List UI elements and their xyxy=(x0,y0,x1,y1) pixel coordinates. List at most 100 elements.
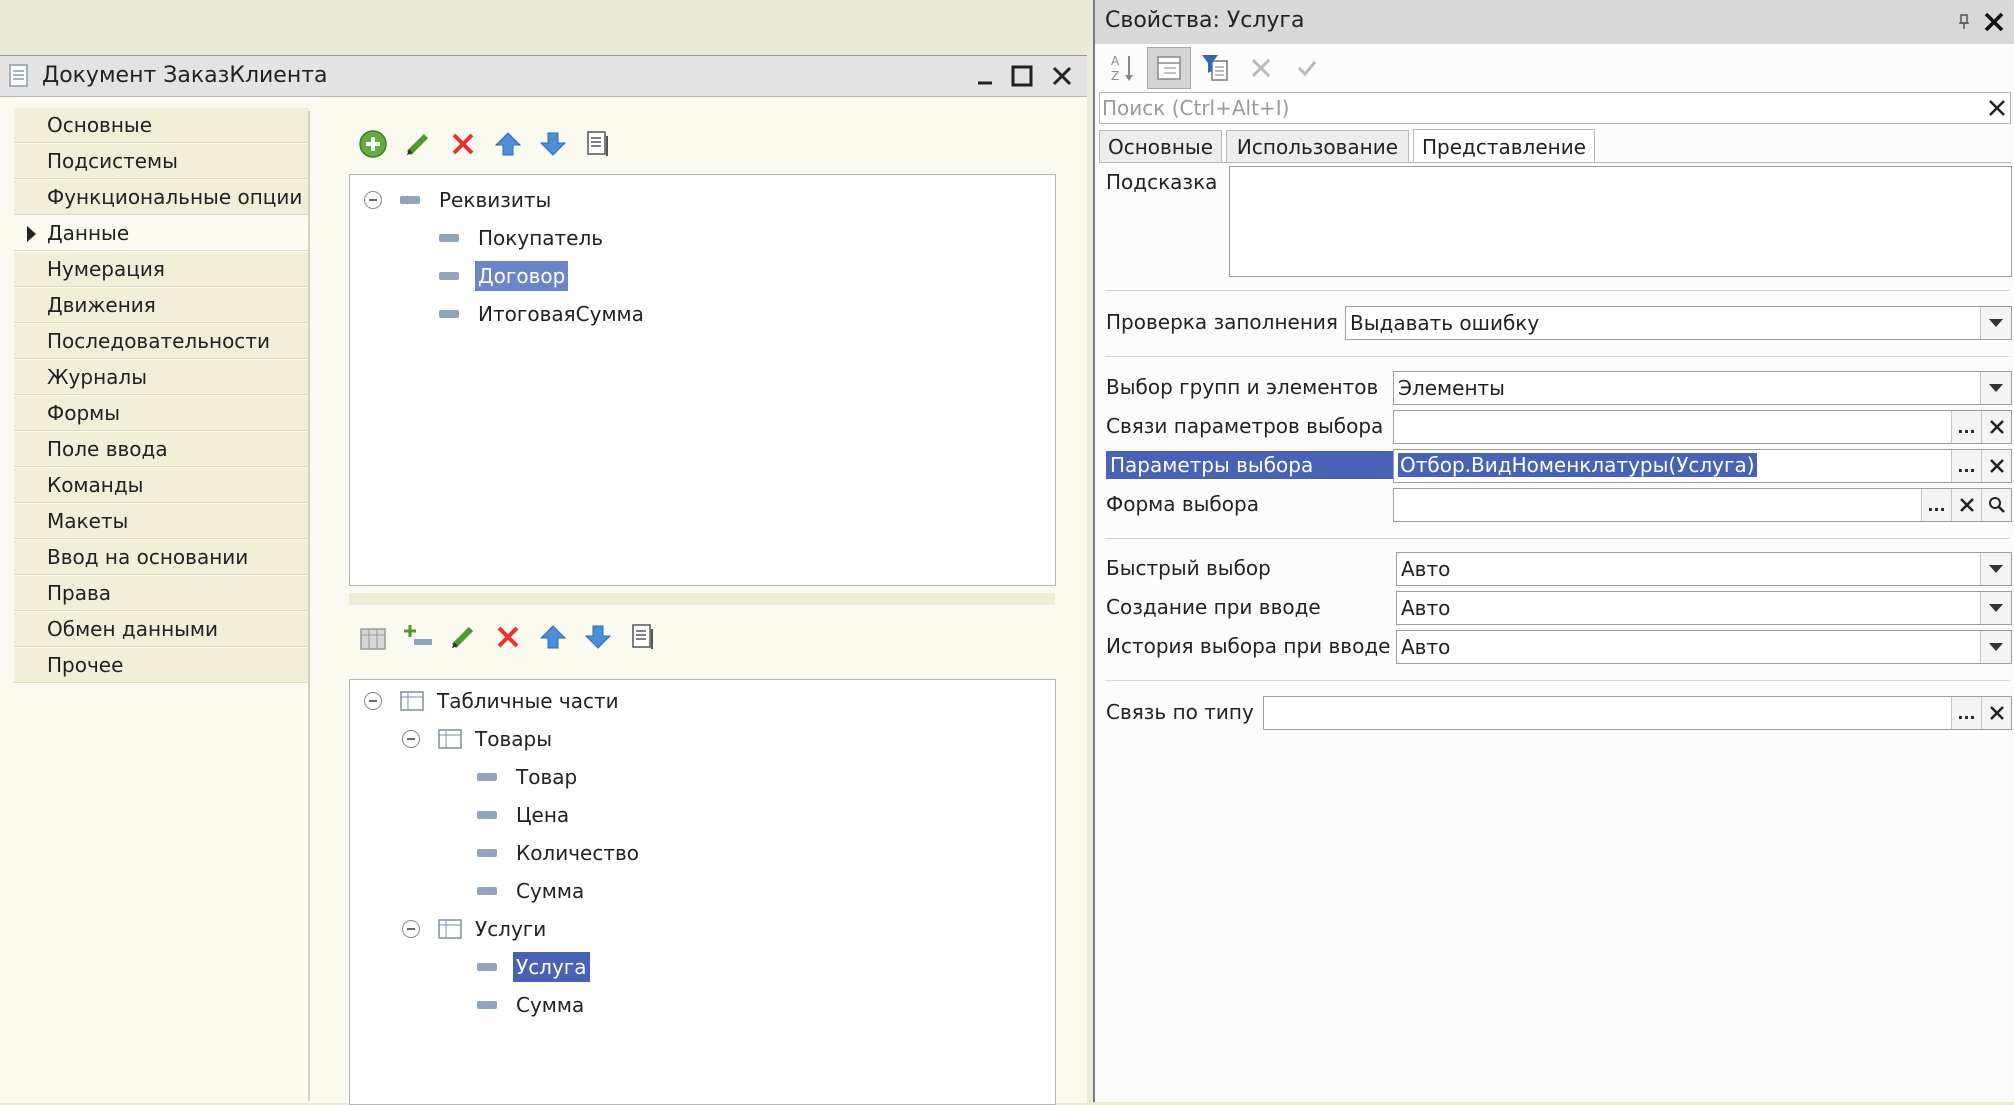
tabular-parts-tree: Табличные части Товары Товар Цена Количе… xyxy=(349,679,1056,1105)
collapse-icon[interactable] xyxy=(402,920,420,938)
attribute-icon xyxy=(477,811,497,819)
search-icon[interactable] xyxy=(1981,489,2011,521)
clear-icon[interactable] xyxy=(1239,47,1283,89)
nav-item-commands[interactable]: Команды xyxy=(14,468,309,503)
tab-underline xyxy=(1099,162,2011,163)
nav-divider xyxy=(308,111,310,1101)
nav-item-input-field[interactable]: Поле ввода xyxy=(14,432,309,467)
collapse-icon[interactable] xyxy=(364,692,382,710)
table-icon xyxy=(438,918,462,940)
create-on-input-select[interactable]: Авто xyxy=(1396,591,2012,625)
sort-list-icon[interactable] xyxy=(620,617,665,657)
quick-choice-select[interactable]: Авто xyxy=(1396,552,2012,586)
move-up-icon[interactable] xyxy=(530,617,575,657)
check-icon[interactable] xyxy=(1285,47,1329,89)
minimize-button[interactable] xyxy=(971,62,999,90)
tree-row-goods[interactable]: Товары xyxy=(402,724,555,754)
nav-item-based-on[interactable]: Ввод на основании xyxy=(14,540,309,575)
move-down-icon[interactable] xyxy=(530,124,575,164)
chevron-down-icon[interactable] xyxy=(1980,307,2011,339)
nav-item-main[interactable]: Основные xyxy=(14,108,309,143)
collapse-icon[interactable] xyxy=(402,730,420,748)
splitter[interactable] xyxy=(349,593,1055,605)
clear-icon[interactable] xyxy=(1981,697,2011,729)
properties-titlebar: Свойства: Услуга xyxy=(1095,0,2014,44)
nav-item-numbering[interactable]: Нумерация xyxy=(14,252,309,287)
clear-icon[interactable] xyxy=(1981,411,2011,443)
tab-usage[interactable]: Использование xyxy=(1226,130,1409,162)
nav-item-subsystems[interactable]: Подсистемы xyxy=(14,144,309,179)
group-select-label: Выбор групп и элементов xyxy=(1106,375,1379,399)
nav-item-rights[interactable]: Права xyxy=(14,576,309,611)
param-links-field[interactable]: ... xyxy=(1393,410,2012,444)
add-icon[interactable] xyxy=(350,124,395,164)
tree-row-services-sum[interactable]: Сумма xyxy=(477,990,587,1020)
pin-icon[interactable] xyxy=(1957,14,1971,30)
ellipsis-button[interactable]: ... xyxy=(1951,411,1981,443)
ellipsis-button[interactable]: ... xyxy=(1951,450,1981,482)
tree-row-service[interactable]: Услуга xyxy=(477,952,590,982)
ellipsis-button[interactable]: ... xyxy=(1951,697,1981,729)
tab-main[interactable]: Основные xyxy=(1099,130,1222,162)
group-select-select[interactable]: Элементы xyxy=(1393,371,2012,405)
nav-item-functional-options[interactable]: Функциональные опции xyxy=(14,180,309,215)
move-down-icon[interactable] xyxy=(575,617,620,657)
tab-presentation[interactable]: Представление xyxy=(1413,129,1595,163)
nav-item-sequences[interactable]: Последовательности xyxy=(14,324,309,359)
section-nav: Основные Подсистемы Функциональные опции… xyxy=(14,108,309,684)
choice-form-label: Форма выбора xyxy=(1106,492,1259,516)
nav-item-layouts[interactable]: Макеты xyxy=(14,504,309,539)
add-table-icon[interactable] xyxy=(350,617,395,657)
nav-item-data[interactable]: Данные xyxy=(14,216,309,251)
attribute-icon xyxy=(439,310,459,318)
categorized-icon[interactable] xyxy=(1147,47,1191,89)
choice-params-field[interactable]: Отбор.ВидНоменклатуры(Услуга) ... xyxy=(1393,449,2012,483)
edit-pencil-icon[interactable] xyxy=(440,617,485,657)
attributes-tree: Реквизиты Покупатель Договор ИтоговаяСум… xyxy=(349,174,1056,586)
tree-row-services[interactable]: Услуги xyxy=(402,914,549,944)
maximize-button[interactable] xyxy=(1008,62,1036,90)
nav-item-movements[interactable]: Движения xyxy=(14,288,309,323)
tree-row-attributes-root[interactable]: Реквизиты xyxy=(364,185,554,215)
chevron-down-icon[interactable] xyxy=(1980,553,2011,585)
move-up-icon[interactable] xyxy=(485,124,530,164)
type-link-field[interactable]: ... xyxy=(1263,696,2012,730)
tree-row-tabular-root[interactable]: Табличные части xyxy=(364,686,622,716)
nav-item-other[interactable]: Прочее xyxy=(14,648,309,683)
clear-search-icon[interactable] xyxy=(1988,99,2006,117)
fill-check-select[interactable]: Выдавать ошибку xyxy=(1345,306,2012,340)
tree-row-price[interactable]: Цена xyxy=(477,800,572,830)
close-icon[interactable] xyxy=(1983,11,2005,33)
chevron-down-icon[interactable] xyxy=(1980,372,2011,404)
delete-icon[interactable] xyxy=(485,617,530,657)
close-icon[interactable] xyxy=(1048,62,1076,90)
clear-icon[interactable] xyxy=(1951,489,1981,521)
tree-row-contract[interactable]: Договор xyxy=(439,261,569,291)
chevron-down-icon[interactable] xyxy=(1980,631,2011,663)
sort-list-icon[interactable] xyxy=(575,124,620,164)
filter-icon[interactable] xyxy=(1193,47,1237,89)
table-icon xyxy=(400,690,424,712)
nav-item-data-exchange[interactable]: Обмен данными xyxy=(14,612,309,647)
history-select[interactable]: Авто xyxy=(1396,630,2012,664)
delete-icon[interactable] xyxy=(440,124,485,164)
chevron-down-icon[interactable] xyxy=(1980,592,2011,624)
param-links-label: Связи параметров выбора xyxy=(1106,414,1384,438)
nav-item-forms[interactable]: Формы xyxy=(14,396,309,431)
choice-form-field[interactable]: ... xyxy=(1393,488,2012,522)
sort-az-icon[interactable]: AZ xyxy=(1101,47,1145,89)
nav-item-journals[interactable]: Журналы xyxy=(14,360,309,395)
tree-row-total-sum[interactable]: ИтоговаяСумма xyxy=(439,299,647,329)
tree-row-item[interactable]: Товар xyxy=(477,762,580,792)
collapse-icon[interactable] xyxy=(364,191,382,209)
add-subitem-icon[interactable] xyxy=(395,617,440,657)
ellipsis-button[interactable]: ... xyxy=(1921,489,1951,521)
clear-icon[interactable] xyxy=(1981,450,2011,482)
tree-row-goods-sum[interactable]: Сумма xyxy=(477,876,587,906)
tree-row-quantity[interactable]: Количество xyxy=(477,838,642,868)
edit-pencil-icon[interactable] xyxy=(395,124,440,164)
search-input[interactable] xyxy=(1102,94,1982,122)
hint-textarea[interactable] xyxy=(1229,166,2012,277)
document-titlebar: Документ ЗаказКлиента xyxy=(0,56,1087,97)
tree-row-buyer[interactable]: Покупатель xyxy=(439,223,606,253)
